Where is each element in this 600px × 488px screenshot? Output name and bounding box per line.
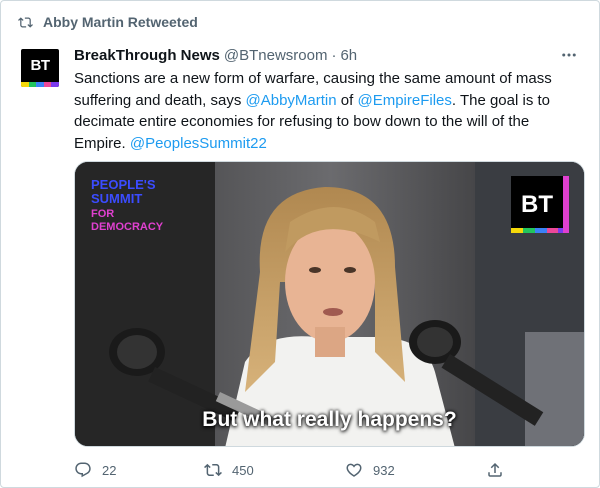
share-icon [488, 462, 502, 477]
mention-link[interactable]: @AbbyMartin [246, 92, 337, 109]
summit-logo-line2: SUMMIT [91, 191, 142, 206]
tweet-actions: 22 450 932 [74, 459, 554, 481]
tweet-card[interactable]: Abby Martin Retweeted BT BreakThrough Ne… [0, 0, 600, 488]
like-count: 932 [373, 462, 395, 478]
retweet-context[interactable]: Abby Martin Retweeted [18, 13, 198, 31]
avatar[interactable]: BT [21, 49, 59, 87]
retweet-count: 450 [232, 462, 254, 478]
mention-link[interactable]: @PeoplesSummit22 [130, 135, 267, 152]
reply-button[interactable]: 22 [74, 461, 116, 479]
retweet-icon [18, 16, 33, 28]
avatar-logo-text: BT [30, 57, 51, 74]
reply-icon [75, 462, 91, 478]
bt-watermark: BT [511, 176, 569, 233]
timestamp[interactable]: 6h [340, 47, 357, 64]
summit-logo-line4: DEMOCRACY [91, 221, 164, 233]
tweet-text: Sanctions are a new form of warfare, cau… [74, 68, 582, 154]
like-button[interactable]: 932 [345, 461, 395, 479]
mention-link[interactable]: @EmpireFiles [357, 92, 451, 109]
tweet-header: BreakThrough News @BTnewsroom · 6h [74, 45, 357, 65]
summit-logo-line1: PEOPLE'S [91, 177, 156, 192]
video-media[interactable]: PEOPLE'S SUMMIT FOR DEMOCRACY BT But wha… [74, 161, 585, 447]
video-caption: But what really happens? [202, 408, 457, 431]
avatar-stripe [21, 82, 59, 87]
bt-watermark-text: BT [521, 191, 553, 218]
retweet-button[interactable]: 450 [204, 461, 254, 479]
share-button[interactable] [486, 461, 514, 479]
video-frame: PEOPLE'S SUMMIT FOR DEMOCRACY BT [75, 162, 584, 446]
more-options-button[interactable] [559, 47, 579, 63]
separator-dot: · [331, 46, 337, 64]
retweet-icon [204, 463, 222, 477]
heart-icon [346, 463, 362, 477]
reply-count: 22 [102, 462, 117, 478]
retweet-label: Abby Martin Retweeted [43, 14, 198, 30]
author-handle[interactable]: @BTnewsroom [224, 47, 328, 64]
text-part: of [336, 91, 358, 109]
more-icon [562, 53, 576, 57]
author-name[interactable]: BreakThrough News [74, 47, 220, 64]
summit-logo-line3: FOR [91, 208, 114, 220]
